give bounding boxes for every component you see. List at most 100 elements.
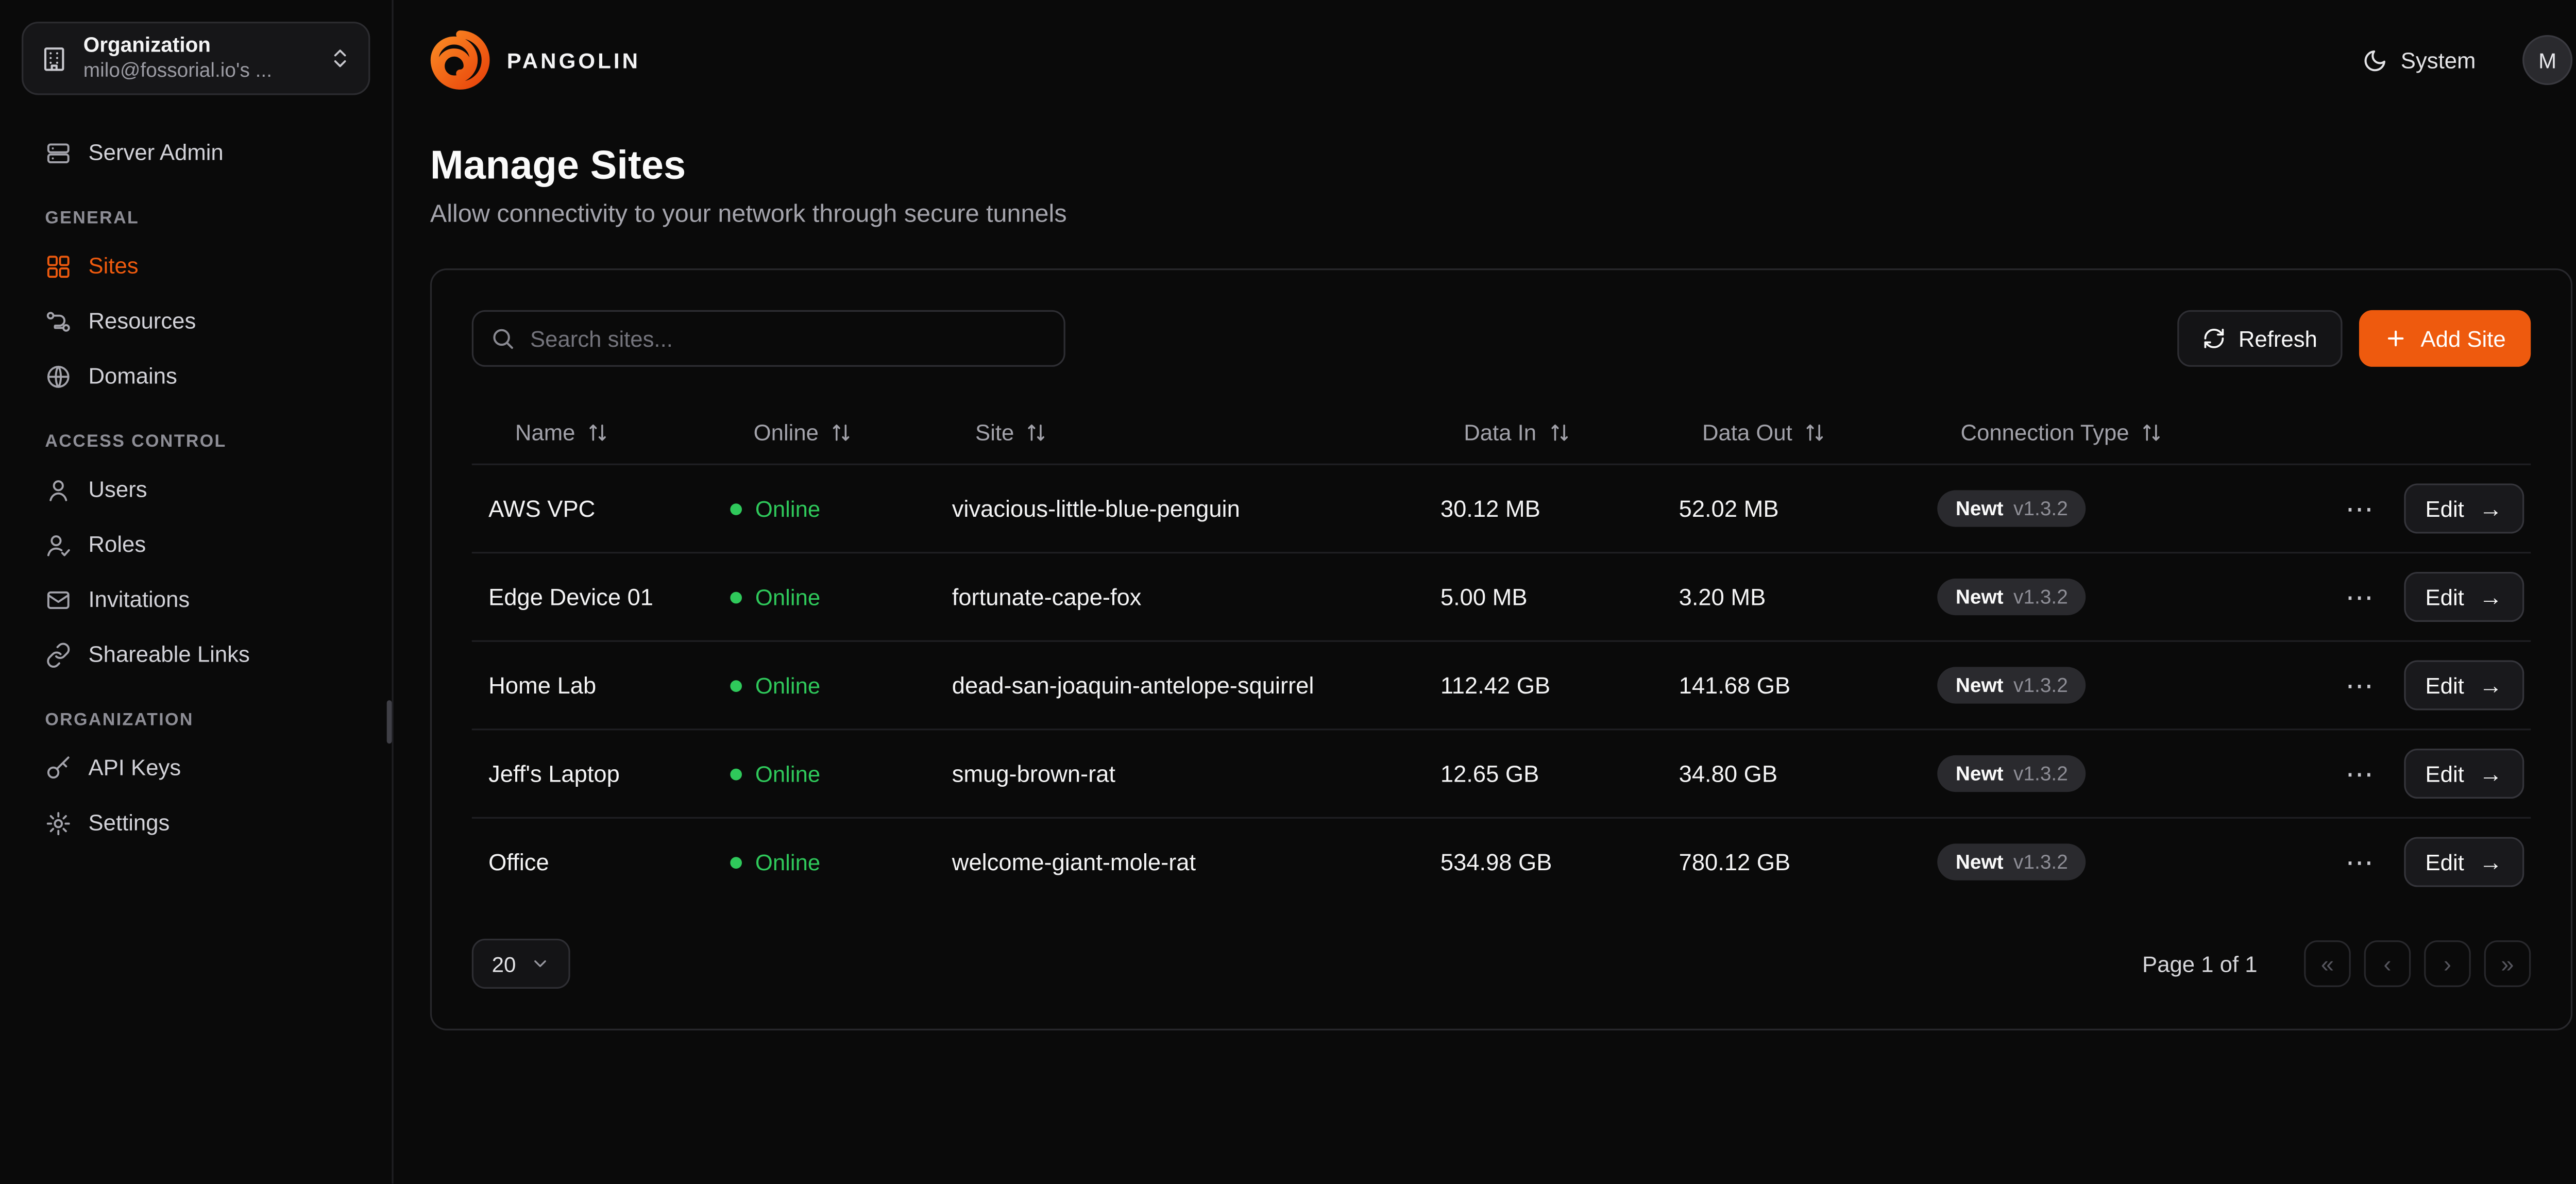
pagination-last-button[interactable]: » (2484, 940, 2531, 987)
row-menu-button[interactable]: ⋯ (2338, 756, 2380, 791)
sidebar: Organization milo@fossorial.io's ... Ser… (0, 0, 394, 1184)
link-icon (45, 641, 72, 668)
table-row[interactable]: Jeff's Laptop Online smug-brown-rat 12.6… (472, 729, 2531, 817)
sidebar-item-shareable-links[interactable]: Shareable Links (22, 627, 370, 682)
section-label-access-control: ACCESS CONTROL (22, 432, 370, 452)
sidebar-item-users[interactable]: Users (22, 462, 370, 517)
data-in-cell: 30.12 MB (1440, 495, 1679, 522)
pagination-next-button[interactable]: › (2424, 940, 2471, 987)
edit-button[interactable]: Edit → (2403, 572, 2524, 622)
data-in-cell: 112.42 GB (1440, 672, 1679, 699)
edit-label: Edit (2426, 584, 2464, 610)
arrow-right-icon: → (2479, 673, 2502, 697)
column-header-data-out[interactable]: Data Out (1679, 419, 1938, 445)
row-actions-cell: ⋯ Edit → (2281, 572, 2531, 622)
edit-button[interactable]: Edit → (2403, 837, 2524, 887)
sort-icon (587, 421, 608, 443)
edit-button[interactable]: Edit → (2403, 483, 2524, 533)
column-header-connection-type[interactable]: Connection Type (1937, 419, 2281, 445)
status-label: Online (755, 496, 820, 521)
search-input[interactable] (472, 310, 1065, 367)
arrow-right-icon: → (2479, 762, 2502, 785)
connection-badge: Newt v1.3.2 (1937, 755, 2086, 792)
connection-badge: Newt v1.3.2 (1937, 490, 2086, 527)
column-label: Data Out (1702, 419, 1792, 445)
theme-label: System (2401, 47, 2476, 73)
column-header-data-in[interactable]: Data In (1440, 419, 1679, 445)
row-menu-button[interactable]: ⋯ (2338, 668, 2380, 703)
column-header-name[interactable]: Name (472, 419, 731, 445)
site-id-cell: fortunate-cape-fox (952, 584, 1440, 611)
theme-toggle-button[interactable]: System (2352, 46, 2486, 74)
column-label: Site (975, 419, 1014, 445)
site-name-cell: Home Lab (472, 672, 731, 699)
page-subtitle: Allow connectivity to your network throu… (430, 200, 2572, 228)
building-icon (40, 44, 69, 73)
table-row[interactable]: AWS VPC Online vivacious-little-blue-pen… (472, 464, 2531, 552)
sidebar-item-domains[interactable]: Domains (22, 348, 370, 403)
topbar: PANGOLIN System M (394, 0, 2576, 120)
org-text: Organization milo@fossorial.io's ... (83, 33, 314, 84)
sidebar-scrollbar-thumb[interactable] (387, 700, 392, 743)
connection-badge: Newt v1.3.2 (1937, 579, 2086, 615)
column-header-site[interactable]: Site (952, 419, 1440, 445)
connection-name: Newt (1956, 762, 2004, 785)
edit-button[interactable]: Edit → (2403, 749, 2524, 799)
sites-table: Name Online Site Data In (472, 400, 2531, 906)
arrow-right-icon: → (2479, 497, 2502, 520)
org-selector[interactable]: Organization milo@fossorial.io's ... (22, 22, 370, 95)
sidebar-item-roles[interactable]: Roles (22, 517, 370, 572)
pagination-first-button[interactable]: « (2304, 940, 2351, 987)
table-row[interactable]: Home Lab Online dead-san-joaquin-antelop… (472, 640, 2531, 729)
sidebar-item-api-keys[interactable]: API Keys (22, 740, 370, 796)
row-menu-button[interactable]: ⋯ (2338, 580, 2380, 615)
section-label-organization: ORGANIZATION (22, 711, 370, 731)
data-out-cell: 34.80 GB (1679, 760, 1938, 787)
online-dot (730, 503, 742, 515)
edit-button[interactable]: Edit → (2403, 660, 2524, 710)
pangolin-logo-icon (430, 30, 490, 90)
add-site-button[interactable]: Add Site (2359, 310, 2531, 367)
sidebar-item-label: API Keys (89, 755, 181, 781)
site-name-cell: Jeff's Laptop (472, 760, 731, 787)
connection-name: Newt (1956, 673, 2004, 697)
sort-icon (1548, 421, 1570, 443)
sidebar-item-server-admin[interactable]: Server Admin (22, 125, 370, 180)
pagination-prev-button[interactable]: ‹ (2364, 940, 2411, 987)
connection-badge: Newt v1.3.2 (1937, 667, 2086, 703)
sidebar-item-resources[interactable]: Resources (22, 294, 370, 349)
sidebar-item-label: Shareable Links (89, 642, 250, 667)
sidebar-item-settings[interactable]: Settings (22, 796, 370, 851)
connection-name: Newt (1956, 850, 2004, 873)
row-actions-cell: ⋯ Edit → (2281, 660, 2531, 710)
column-label: Data In (1464, 419, 1536, 445)
column-header-online[interactable]: Online (730, 419, 952, 445)
page-content: Manage Sites Allow connectivity to your … (394, 120, 2576, 1030)
refresh-button[interactable]: Refresh (2177, 310, 2342, 367)
search-wrap (472, 310, 1065, 367)
avatar[interactable]: M (2522, 35, 2572, 85)
site-name-cell: AWS VPC (472, 495, 731, 522)
site-name-cell: Edge Device 01 (472, 584, 731, 611)
row-menu-button[interactable]: ⋯ (2338, 844, 2380, 879)
sidebar-item-invitations[interactable]: Invitations (22, 572, 370, 627)
sidebar-item-label: Users (89, 477, 147, 502)
online-dot (730, 680, 742, 691)
sidebar-item-label: Invitations (89, 587, 190, 612)
page-size-select[interactable]: 20 (472, 939, 571, 989)
page-title: Manage Sites (430, 143, 2572, 190)
site-id-cell: smug-brown-rat (952, 760, 1440, 787)
section-label-general: GENERAL (22, 209, 370, 229)
page-size-value: 20 (492, 951, 516, 976)
sort-icon (831, 421, 852, 443)
table-row[interactable]: Edge Device 01 Online fortunate-cape-fox… (472, 552, 2531, 640)
sidebar-item-label: Domains (89, 363, 177, 388)
sidebar-item-label: Settings (89, 810, 170, 836)
site-status-cell: Online (730, 584, 952, 610)
row-menu-button[interactable]: ⋯ (2338, 491, 2380, 526)
column-label: Name (515, 419, 575, 445)
sidebar-item-sites[interactable]: Sites (22, 239, 370, 294)
row-actions-cell: ⋯ Edit → (2281, 749, 2531, 799)
connection-type-cell: Newt v1.3.2 (1937, 755, 2281, 792)
table-row[interactable]: Office Online welcome-giant-mole-rat 534… (472, 817, 2531, 906)
